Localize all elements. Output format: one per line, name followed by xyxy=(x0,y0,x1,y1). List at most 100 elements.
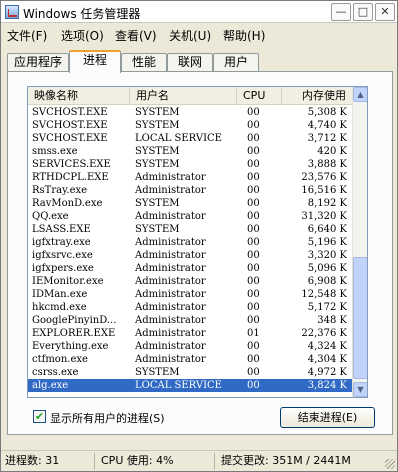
process-user-name: SYSTEM xyxy=(135,107,180,118)
menu-file[interactable]: 文件(F) xyxy=(7,27,47,44)
process-image-name: alg.exe xyxy=(32,380,69,391)
process-user-name: Administrator xyxy=(135,263,206,274)
process-row[interactable]: hkcmd.exe Administrator 00 5,172 K xyxy=(28,301,353,314)
task-manager-window: Windows 任务管理器 — □ ✕ 文件(F) 选项(O) 查看(V) 关机… xyxy=(0,0,398,472)
process-mem-usage: 6,640 K xyxy=(307,224,347,235)
process-cpu: 00 xyxy=(247,263,260,274)
status-bar: 进程数: 31 CPU 使用: 4% 提交更改: 351M / 2441M xyxy=(1,450,397,471)
end-process-button[interactable]: 结束进程(E) xyxy=(280,407,375,428)
process-row[interactable]: igfxsrvc.exe Administrator 00 3,320 K xyxy=(28,249,353,262)
process-image-name: igfxtray.exe xyxy=(32,237,91,248)
process-cpu: 00 xyxy=(247,159,260,170)
process-row[interactable]: RsTray.exe Administrator 00 16,516 K xyxy=(28,184,353,197)
tab-processes[interactable]: 进程 xyxy=(69,50,121,73)
process-row[interactable]: GooglePinyinD... Administrator 00 348 K xyxy=(28,314,353,327)
process-row[interactable]: alg.exe LOCAL SERVICE 00 3,824 K xyxy=(28,379,353,392)
process-mem-usage: 8,192 K xyxy=(307,198,347,209)
process-row[interactable]: QQ.exe Administrator 00 31,320 K xyxy=(28,210,353,223)
process-mem-usage: 22,376 K xyxy=(301,328,347,339)
process-row[interactable]: smss.exe SYSTEM 00 420 K xyxy=(28,145,353,158)
process-user-name: SYSTEM xyxy=(135,159,180,170)
process-row[interactable]: SVCHOST.EXE SYSTEM 00 4,740 K xyxy=(28,119,353,132)
process-cpu: 00 xyxy=(247,224,260,235)
process-user-name: Administrator xyxy=(135,315,206,326)
process-row[interactable]: ctfmon.exe Administrator 00 4,304 K xyxy=(28,353,353,366)
task-manager-icon xyxy=(5,5,19,19)
process-cpu: 00 xyxy=(247,120,260,131)
menu-shutdown[interactable]: 关机(U) xyxy=(169,27,211,44)
process-cpu: 00 xyxy=(247,185,260,196)
process-row[interactable]: IDMan.exe Administrator 00 12,548 K xyxy=(28,288,353,301)
menu-options[interactable]: 选项(O) xyxy=(61,27,104,44)
scroll-down-icon[interactable]: ▼ xyxy=(353,382,367,397)
minimize-button[interactable]: — xyxy=(331,3,351,21)
process-image-name: igfxsrvc.exe xyxy=(32,250,93,261)
window-title: Windows 任务管理器 xyxy=(23,7,141,21)
column-cpu[interactable]: CPU xyxy=(237,87,282,105)
process-cpu: 00 xyxy=(247,250,260,261)
process-row[interactable]: Everything.exe Administrator 00 4,324 K xyxy=(28,340,353,353)
process-row[interactable]: csrss.exe SYSTEM 00 4,972 K xyxy=(28,366,353,379)
process-user-name: Administrator xyxy=(135,328,206,339)
menu-view[interactable]: 查看(V) xyxy=(115,27,157,44)
list-header: 映像名称 用户名 CPU 内存使用 xyxy=(28,87,353,105)
process-row[interactable]: igfxtray.exe Administrator 00 5,196 K xyxy=(28,236,353,249)
tab-users[interactable]: 用户 xyxy=(213,53,259,72)
process-mem-usage: 4,324 K xyxy=(307,341,347,352)
column-mem-usage[interactable]: 内存使用 xyxy=(282,87,353,105)
process-user-name: SYSTEM xyxy=(135,198,180,209)
scroll-up-icon[interactable]: ▲ xyxy=(353,87,367,102)
tab-networking[interactable]: 联网 xyxy=(167,53,213,72)
process-image-name: QQ.exe xyxy=(32,211,69,222)
process-cpu: 00 xyxy=(247,133,260,144)
process-row[interactable]: RavMonD.exe SYSTEM 00 8,192 K xyxy=(28,197,353,210)
process-row[interactable]: RTHDCPL.EXE Administrator 00 23,576 K xyxy=(28,171,353,184)
process-image-name: hkcmd.exe xyxy=(32,302,87,313)
processes-panel: 映像名称 用户名 CPU 内存使用 SVCHOST.EXE SYSTEM 00 5,3… xyxy=(7,71,393,435)
process-user-name: SYSTEM xyxy=(135,367,180,378)
process-image-name: SVCHOST.EXE xyxy=(32,133,108,144)
process-image-name: IEMonitor.exe xyxy=(32,276,104,287)
process-image-name: GooglePinyinD... xyxy=(32,315,117,326)
process-row[interactable]: EXPLORER.EXE Administrator 01 22,376 K xyxy=(28,327,353,340)
process-row[interactable]: SVCHOST.EXE LOCAL SERVICE 00 3,712 K xyxy=(28,132,353,145)
menu-help[interactable]: 帮助(H) xyxy=(223,27,265,44)
process-cpu: 00 xyxy=(247,276,260,287)
process-image-name: LSASS.EXE xyxy=(32,224,91,235)
process-mem-usage: 5,308 K xyxy=(307,107,347,118)
process-image-name: IDMan.exe xyxy=(32,289,88,300)
process-list[interactable]: 映像名称 用户名 CPU 内存使用 SVCHOST.EXE SYSTEM 00 5,3… xyxy=(27,86,368,398)
process-row[interactable]: igfxpers.exe Administrator 00 5,096 K xyxy=(28,262,353,275)
process-cpu: 01 xyxy=(247,328,260,339)
resize-grip-icon[interactable] xyxy=(385,459,395,469)
process-user-name: LOCAL SERVICE xyxy=(135,380,222,391)
process-mem-usage: 4,740 K xyxy=(307,120,347,131)
show-all-users-checkbox[interactable]: ✔ xyxy=(33,410,46,423)
process-mem-usage: 23,576 K xyxy=(301,172,347,183)
title-bar[interactable]: Windows 任务管理器 — □ ✕ xyxy=(1,1,397,23)
process-user-name: Administrator xyxy=(135,276,206,287)
process-row[interactable]: LSASS.EXE SYSTEM 00 6,640 K xyxy=(28,223,353,236)
process-mem-usage: 3,320 K xyxy=(307,250,347,261)
process-mem-usage: 3,712 K xyxy=(307,133,347,144)
process-image-name: SVCHOST.EXE xyxy=(32,107,108,118)
scroll-thumb[interactable] xyxy=(353,257,367,379)
process-cpu: 00 xyxy=(247,380,260,391)
process-mem-usage: 4,972 K xyxy=(307,367,347,378)
process-row[interactable]: SERVICES.EXE SYSTEM 00 3,888 K xyxy=(28,158,353,171)
process-mem-usage: 420 K xyxy=(317,146,347,157)
column-user-name[interactable]: 用户名 xyxy=(130,87,237,105)
process-cpu: 00 xyxy=(247,237,260,248)
process-row[interactable]: IEMonitor.exe Administrator 00 6,908 K xyxy=(28,275,353,288)
tab-applications[interactable]: 应用程序 xyxy=(7,53,69,72)
status-process-count: 进程数: 31 xyxy=(1,453,95,470)
process-row[interactable]: SVCHOST.EXE SYSTEM 00 5,308 K xyxy=(28,106,353,119)
vertical-scrollbar[interactable]: ▲ ▼ xyxy=(352,87,367,397)
process-mem-usage: 16,516 K xyxy=(301,185,347,196)
process-user-name: Administrator xyxy=(135,211,206,222)
column-image-name[interactable]: 映像名称 xyxy=(28,87,130,105)
close-button[interactable]: ✕ xyxy=(375,3,395,21)
tab-performance[interactable]: 性能 xyxy=(121,53,167,72)
maximize-button[interactable]: □ xyxy=(353,3,373,21)
process-user-name: LOCAL SERVICE xyxy=(135,133,222,144)
